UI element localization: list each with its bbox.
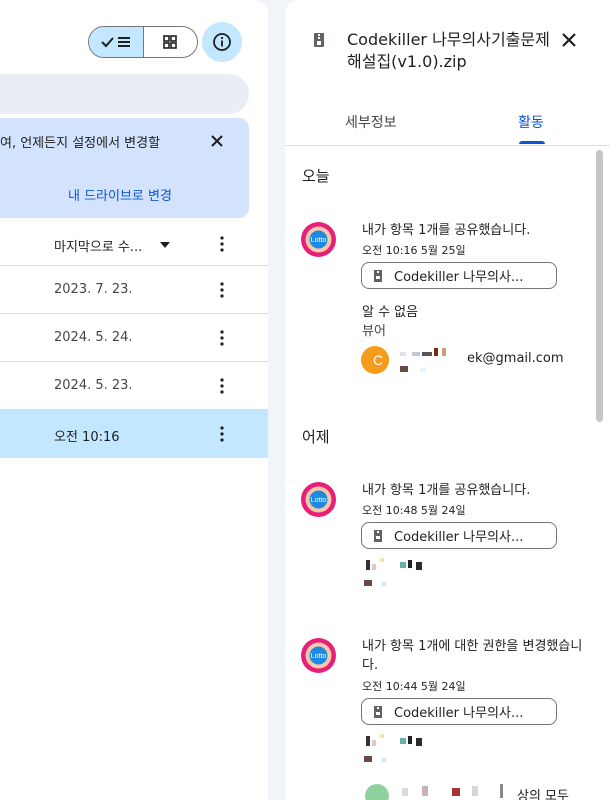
info-icon xyxy=(213,33,231,51)
tab-details[interactable]: 세부정보 xyxy=(345,112,397,132)
active-tab-indicator xyxy=(519,141,545,144)
chip-label: Codekiller 나무의사... xyxy=(394,530,524,545)
view-toggle[interactable] xyxy=(88,26,198,58)
redacted-user-icon xyxy=(364,558,422,586)
column-header: 마지막으로 수... xyxy=(0,222,268,266)
day-heading: 어제 xyxy=(302,428,330,446)
row-more-icon[interactable] xyxy=(216,328,228,348)
zip-file-icon xyxy=(314,33,324,47)
svg-text:C: C xyxy=(373,352,383,368)
user-avatar: Lotto xyxy=(301,482,336,517)
chip-label: Codekiller 나무의사... xyxy=(394,270,524,285)
svg-text:Lotto: Lotto xyxy=(311,653,327,660)
shared-email: ek@gmail.com xyxy=(467,351,564,366)
row-date: 오전 10:16 xyxy=(54,430,120,445)
user-avatar: Lotto xyxy=(301,638,336,673)
list-view-button[interactable] xyxy=(89,27,144,57)
row-more-icon[interactable] xyxy=(216,280,228,300)
activity-time: 오전 10:44 5월 24일 xyxy=(362,680,466,693)
unknown-user-text: 알 수 없음 xyxy=(362,305,419,320)
notice-banner: 여, 언제든지 설정에서 변경할 내 드라이브로 변경 xyxy=(0,118,249,218)
grid-icon xyxy=(163,35,178,49)
activity-time: 오전 10:48 5월 24일 xyxy=(362,504,466,517)
role-text: 뷰어 xyxy=(362,324,386,339)
sort-caret-down-icon[interactable] xyxy=(160,242,170,248)
redacted-group-icon xyxy=(365,784,503,800)
file-chip[interactable]: Codekiller 나무의사... xyxy=(361,698,557,725)
row-date: 2024. 5. 23. xyxy=(54,378,133,393)
close-icon xyxy=(211,135,223,147)
redacted-user-icon xyxy=(364,734,422,762)
checkmark-list-icon xyxy=(101,37,130,48)
zip-file-icon xyxy=(374,529,382,542)
banner-close-button[interactable] xyxy=(208,132,226,150)
share-target-avatar: C xyxy=(361,346,389,374)
row-date: 2024. 5. 24. xyxy=(54,330,133,345)
row-date: 2023. 7. 23. xyxy=(54,282,133,297)
activity-text: 내가 항목 1개를 공유했습니다. xyxy=(362,483,531,498)
grid-view-button[interactable] xyxy=(144,27,198,57)
file-chip[interactable]: Codekiller 나무의사... xyxy=(361,522,557,549)
activity-tail-text: 상의 모두 xyxy=(517,789,569,800)
day-heading: 오늘 xyxy=(302,167,330,185)
table-row[interactable]: 2024. 5. 24. xyxy=(0,314,268,362)
panel-title: Codekiller 나무의사기출문제 해설집(v1.0).zip xyxy=(347,30,550,71)
tab-activity[interactable]: 활동 xyxy=(518,112,544,132)
details-panel: Codekiller 나무의사기출문제 해설집(v1.0).zip 세부정보 활… xyxy=(285,0,610,800)
table-row[interactable]: 2023. 7. 23. xyxy=(0,266,268,314)
details-info-button[interactable] xyxy=(202,22,242,62)
last-modified-sort[interactable]: 마지막으로 수... xyxy=(54,236,142,255)
chip-label: Codekiller 나무의사... xyxy=(394,706,524,721)
row-more-icon[interactable] xyxy=(216,376,228,396)
panel-tabs: 세부정보 활동 xyxy=(285,98,610,146)
table-row-selected[interactable]: 오전 10:16 xyxy=(0,410,268,458)
row-more-icon[interactable] xyxy=(216,424,228,444)
table-row[interactable]: 2024. 5. 23. xyxy=(0,362,268,410)
zip-file-icon xyxy=(374,705,382,718)
svg-text:Lotto: Lotto xyxy=(311,497,327,504)
search-bar[interactable] xyxy=(0,74,249,114)
change-to-my-drive-link[interactable]: 내 드라이브로 변경 xyxy=(68,185,172,204)
svg-text:Lotto: Lotto xyxy=(311,237,327,244)
close-panel-icon[interactable] xyxy=(560,31,578,49)
zip-file-icon xyxy=(374,269,382,282)
redacted-name-icon xyxy=(400,348,446,372)
scrollbar[interactable] xyxy=(596,150,603,422)
user-avatar: Lotto xyxy=(301,222,336,257)
banner-text: 여, 언제든지 설정에서 변경할 xyxy=(0,136,161,151)
file-chip[interactable]: Codekiller 나무의사... xyxy=(361,262,557,289)
file-list-pane: 여, 언제든지 설정에서 변경할 내 드라이브로 변경 마지막으로 수... 2… xyxy=(0,0,268,800)
activity-text: 내가 항목 1개에 대한 권한을 변경했습니다. xyxy=(362,639,583,673)
more-options-icon[interactable] xyxy=(216,234,228,254)
activity-time: 오전 10:16 5월 25일 xyxy=(362,244,466,257)
activity-text: 내가 항목 1개를 공유했습니다. xyxy=(362,223,531,238)
